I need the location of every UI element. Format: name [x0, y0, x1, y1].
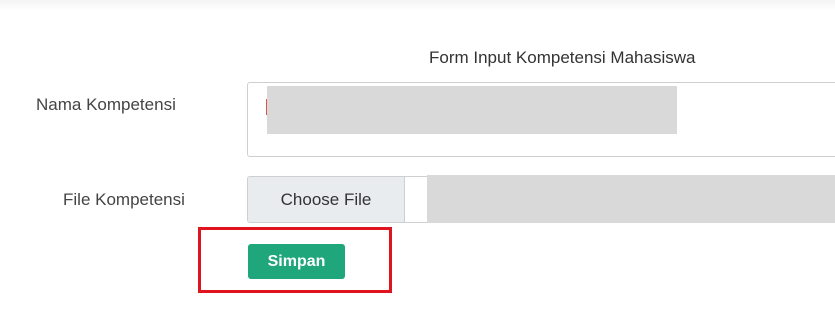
choose-file-button[interactable]: Choose File	[248, 177, 405, 222]
form-title: Form Input Kompetensi Mahasiswa	[429, 48, 696, 67]
top-divider	[0, 0, 835, 10]
save-button[interactable]: Simpan	[248, 244, 345, 279]
nama-kompetensi-label: Nama Kompetensi	[36, 95, 176, 114]
redacted-input-value	[267, 86, 677, 134]
file-kompetensi-label: File Kompetensi	[63, 190, 185, 209]
page: Form Input Kompetensi Mahasiswa Nama Kom…	[0, 0, 835, 324]
redacted-file-name	[427, 175, 835, 223]
